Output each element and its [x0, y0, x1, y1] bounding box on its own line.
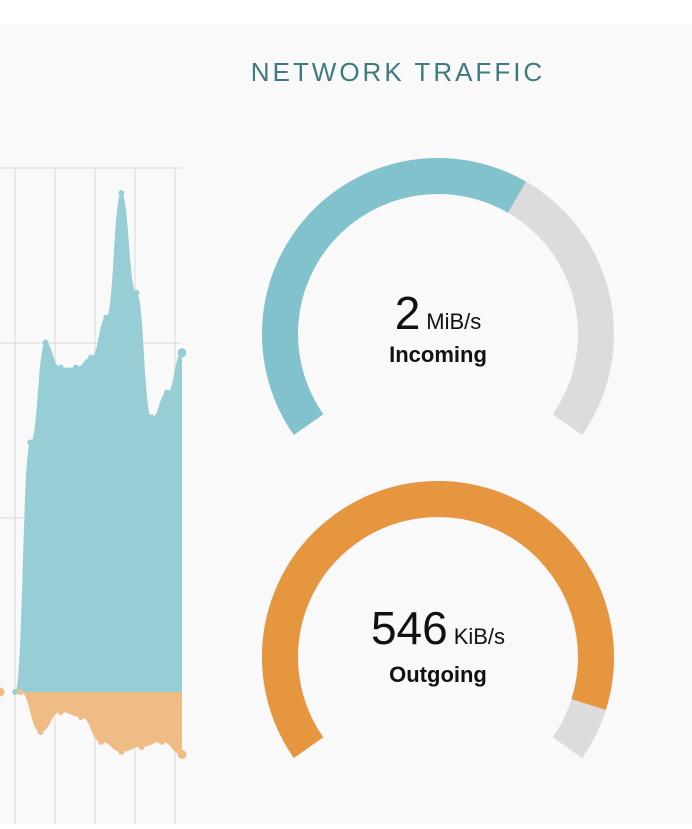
outgoing-value: 546 — [370, 602, 448, 654]
incoming-value-row: 2 MiB/s — [258, 286, 618, 340]
incoming-unit: MiB/s — [426, 309, 482, 334]
incoming-series-point — [118, 189, 125, 196]
outgoing-gauge: 546 KiB/s Outgoing — [258, 475, 618, 775]
incoming-label: Incoming — [389, 342, 487, 367]
incoming-series-point — [27, 439, 34, 446]
outgoing-series-point — [118, 748, 125, 755]
traffic-chart — [0, 160, 192, 824]
panel-title: NETWORK TRAFFIC — [250, 57, 546, 87]
outgoing-series-point — [177, 749, 187, 759]
outgoing-series-area — [0, 692, 182, 755]
incoming-series-point — [133, 289, 140, 296]
outgoing-value-row: 546 KiB/s — [258, 601, 618, 655]
incoming-series-point — [72, 364, 79, 371]
incoming-series-area — [0, 192, 182, 692]
incoming-series-point — [163, 389, 170, 396]
incoming-series-point — [177, 348, 187, 358]
outgoing-series-point — [57, 708, 64, 715]
incoming-value: 2 — [394, 287, 421, 339]
outgoing-series-point — [37, 728, 44, 735]
outgoing-series-point — [158, 738, 165, 745]
top-strip — [0, 0, 692, 25]
outgoing-series-point — [138, 743, 145, 750]
outgoing-series-point — [77, 713, 84, 720]
outgoing-series-point — [0, 687, 5, 697]
incoming-series-point — [88, 354, 94, 361]
outgoing-label: Outgoing — [389, 662, 487, 687]
incoming-series-point — [148, 414, 155, 421]
incoming-series-point — [103, 314, 110, 321]
incoming-series-point — [42, 339, 49, 346]
traffic-chart-svg — [0, 167, 187, 824]
outgoing-unit: KiB/s — [453, 624, 506, 649]
incoming-gauge: 2 MiB/s Incoming — [258, 152, 618, 452]
outgoing-series-point — [98, 738, 105, 745]
incoming-series-point — [57, 364, 64, 371]
outgoing-series-point — [17, 689, 24, 695]
